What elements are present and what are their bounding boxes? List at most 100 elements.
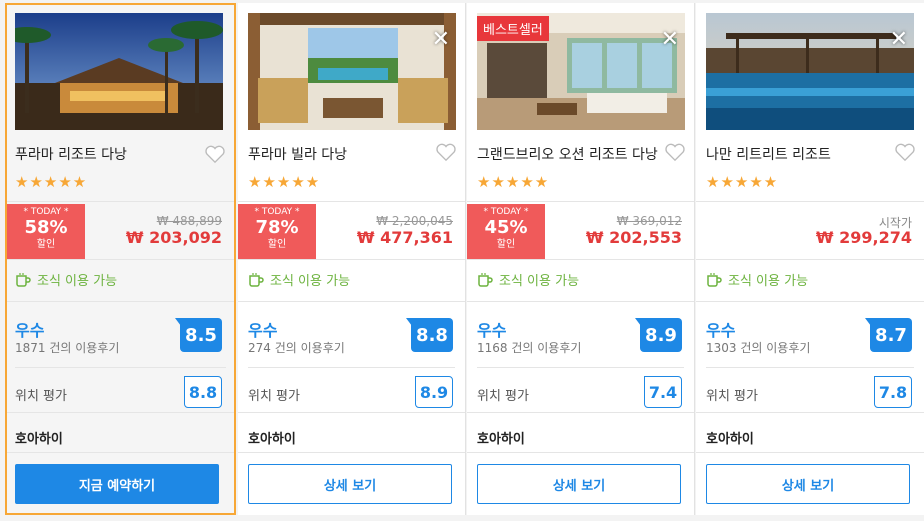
divider <box>477 367 684 368</box>
bestseller-badge: 베스트셀러 <box>477 16 549 41</box>
divider <box>696 452 924 453</box>
divider <box>238 259 465 260</box>
divider <box>7 412 234 413</box>
review-count[interactable]: 274 건의 이용후기 <box>248 339 345 356</box>
rating-word: 우수 <box>248 321 278 340</box>
hotel-photo[interactable]: ✕ <box>248 13 456 130</box>
location-score: 8.9 <box>415 376 453 408</box>
city-name: 호아하이 <box>15 432 63 447</box>
divider <box>7 301 234 302</box>
sale-price: ₩ 202,553 <box>585 228 682 247</box>
details-button[interactable]: 상세 보기 <box>477 464 681 504</box>
city-name: 호아하이 <box>477 432 525 447</box>
star-rating: ★★★★★ <box>477 173 550 191</box>
divider <box>238 452 465 453</box>
breakfast-info: 조식 이용 가능 <box>248 270 350 289</box>
today-discount-badge: * TODAY * 58% 할인 <box>7 204 85 259</box>
review-count[interactable]: 1871 건의 이용후기 <box>15 339 119 356</box>
divider <box>467 201 694 202</box>
discount-unit: 할인 <box>36 239 56 250</box>
breakfast-label: 조식 이용 가능 <box>728 274 809 289</box>
hotel-card-furama-resort[interactable]: 푸라마 리조트 다낭 ★★★★★ * TODAY * 58% 할인 ₩ 488,… <box>5 3 236 515</box>
divider <box>696 412 924 413</box>
discount-percent: 58% <box>24 217 68 238</box>
sale-price: ₩ 477,361 <box>356 228 453 247</box>
today-label: * TODAY * <box>23 207 69 217</box>
divider <box>696 301 924 302</box>
review-count[interactable]: 1168 건의 이용후기 <box>477 339 581 356</box>
divider <box>7 452 234 453</box>
cup-icon <box>707 272 722 287</box>
breakfast-info: 조식 이용 가능 <box>706 270 808 289</box>
divider <box>7 259 234 260</box>
divider <box>467 259 694 260</box>
divider <box>238 412 465 413</box>
close-icon[interactable]: ✕ <box>432 29 450 51</box>
today-discount-badge: * TODAY * 45% 할인 <box>467 204 545 259</box>
rating-word: 우수 <box>15 321 45 340</box>
review-score: 8.8 <box>406 318 453 352</box>
heart-icon[interactable] <box>435 142 457 162</box>
city-name: 호아하이 <box>706 432 754 447</box>
hotel-photo[interactable]: ✕ <box>706 13 914 130</box>
location-label: 위치 평가 <box>477 389 529 404</box>
hotel-name[interactable]: 그랜드브리오 오션 리조트 다낭 <box>477 144 658 164</box>
divider <box>467 452 694 453</box>
location-score: 7.8 <box>874 376 912 408</box>
book-now-button[interactable]: 지금 예약하기 <box>15 464 219 504</box>
details-button[interactable]: 상세 보기 <box>706 464 910 504</box>
heart-icon[interactable] <box>664 142 686 162</box>
divider <box>7 201 234 202</box>
divider <box>467 301 694 302</box>
original-price: ₩ 488,899 <box>156 214 222 228</box>
review-score: 8.9 <box>635 318 682 352</box>
breakfast-info: 조식 이용 가능 <box>477 270 579 289</box>
heart-icon[interactable] <box>894 142 916 162</box>
divider <box>696 259 924 260</box>
divider <box>238 201 465 202</box>
location-label: 위치 평가 <box>706 389 758 404</box>
divider <box>467 412 694 413</box>
city-name: 호아하이 <box>248 432 296 447</box>
review-score: 8.5 <box>175 318 222 352</box>
hotel-photo[interactable] <box>15 13 223 130</box>
details-button[interactable]: 상세 보기 <box>248 464 452 504</box>
breakfast-label: 조식 이용 가능 <box>499 274 580 289</box>
divider <box>238 301 465 302</box>
today-discount-badge: * TODAY * 78% 할인 <box>238 204 316 259</box>
discount-percent: 78% <box>255 217 299 238</box>
sale-price: ₩ 299,274 <box>815 228 912 247</box>
star-rating: ★★★★★ <box>248 173 321 191</box>
hotel-card-grandvrio[interactable]: ✕ 베스트셀러 그랜드브리오 오션 리조트 다낭 ★★★★★ * TODAY *… <box>467 3 695 515</box>
rating-word: 우수 <box>706 321 736 340</box>
heart-icon[interactable] <box>204 144 226 164</box>
divider <box>15 367 226 368</box>
hotel-name[interactable]: 푸라마 리조트 다낭 <box>15 144 127 164</box>
hotel-name[interactable]: 푸라마 빌라 다낭 <box>248 144 347 164</box>
cup-icon <box>478 272 493 287</box>
divider <box>248 367 455 368</box>
rating-word: 우수 <box>477 321 507 340</box>
divider <box>696 201 924 202</box>
hotel-card-furama-villas[interactable]: ✕ 푸라마 빌라 다낭 ★★★★★ * TODAY * 78% 할인 ₩ 2,2… <box>238 3 466 515</box>
location-label: 위치 평가 <box>248 389 300 404</box>
today-label: * TODAY * <box>483 207 529 217</box>
close-icon[interactable]: ✕ <box>890 29 908 51</box>
breakfast-label: 조식 이용 가능 <box>37 274 118 289</box>
breakfast-label: 조식 이용 가능 <box>270 274 351 289</box>
discount-percent: 45% <box>484 217 528 238</box>
today-label: * TODAY * <box>254 207 300 217</box>
cup-icon <box>16 272 31 287</box>
star-rating: ★★★★★ <box>706 173 779 191</box>
breakfast-info: 조식 이용 가능 <box>15 270 117 289</box>
hotel-card-naman-retreat[interactable]: ✕ 나만 리트리트 리조트 ★★★★★ 시작가 ₩ 299,274 조식 이용 … <box>696 3 924 515</box>
hotel-name[interactable]: 나만 리트리트 리조트 <box>706 144 831 164</box>
original-price: ₩ 369,012 <box>616 214 682 228</box>
original-price: ₩ 2,200,045 <box>376 214 453 228</box>
location-label: 위치 평가 <box>15 389 67 404</box>
location-score: 8.8 <box>184 376 222 408</box>
review-count[interactable]: 1303 건의 이용후기 <box>706 339 810 356</box>
divider <box>706 367 914 368</box>
close-icon[interactable]: ✕ <box>661 29 679 51</box>
star-rating: ★★★★★ <box>15 173 88 191</box>
